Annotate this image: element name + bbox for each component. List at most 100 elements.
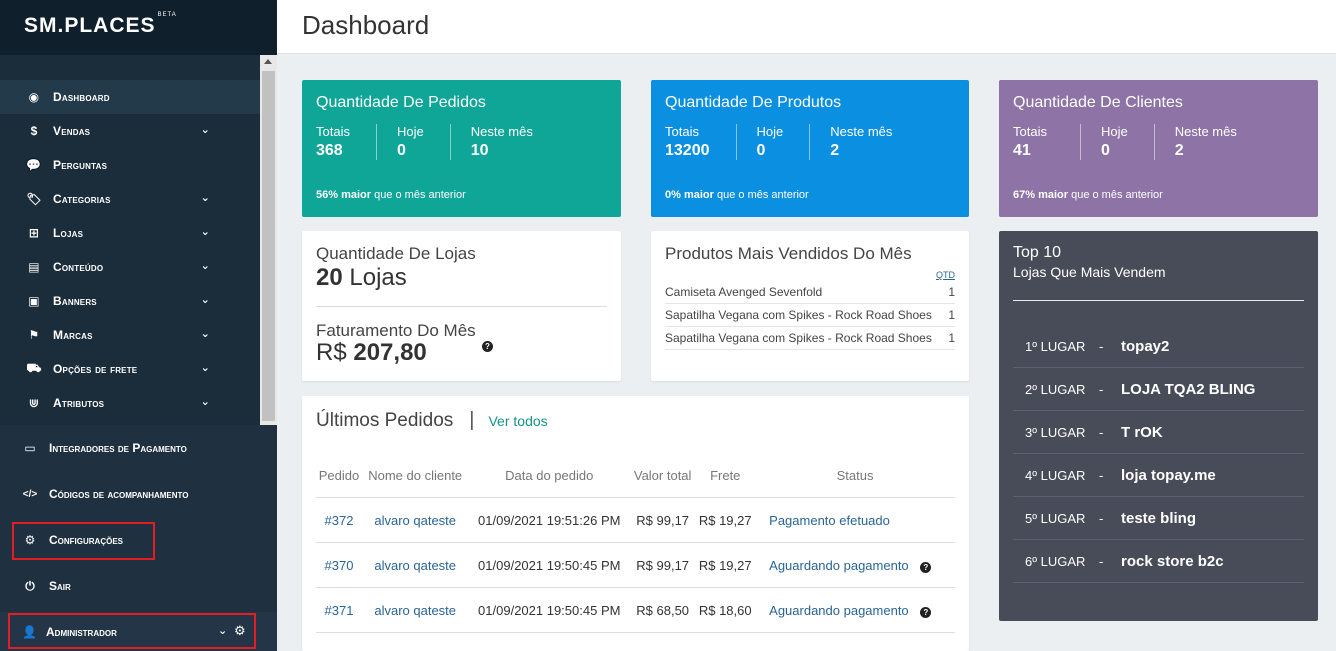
chevron-down-icon[interactable]: ⌄ [201, 225, 210, 238]
comparison-note: 67% maior que o mês anterior [1013, 189, 1163, 201]
order-date: 01/09/2021 19:50:45 PM [468, 542, 630, 588]
tags-icon: 🏷 [26, 192, 42, 206]
rank-separator: - [1099, 510, 1104, 526]
sidebar-item-dashboard[interactable]: ◉ Dashboard [0, 80, 260, 114]
chevron-down-icon[interactable]: ⌄ [201, 191, 210, 204]
card-top10: Top 10 Lojas Que Mais Vendem 1º LUGAR - to… [999, 231, 1318, 621]
rank-position: 3º LUGAR [1025, 424, 1086, 440]
order-status[interactable]: Aguardando pagamento [769, 603, 909, 618]
sidebar-item-label: Marcas [53, 328, 93, 342]
sidebar-item-sair[interactable]: ⏻ Sair [0, 563, 277, 609]
image-icon: ▣ [28, 294, 40, 308]
brand-logo[interactable]: SM.PLACES BETA [0, 0, 277, 55]
table-row[interactable]: #372 alvaro qateste 01/09/2021 19:51:26 PM… [316, 497, 955, 543]
product-qtd: 1 [947, 326, 955, 350]
product-qtd: 1 [947, 303, 955, 327]
sidebar-item-label: Códigos de acompanhamento [49, 487, 189, 501]
order-id-link[interactable]: #372 [325, 513, 354, 528]
card-clientes: Quantidade De Clientes Totais 41 Hoje 0 Ne… [999, 80, 1318, 217]
customer-link[interactable]: alvaro qateste [374, 513, 456, 528]
totais-value: 13200 [665, 142, 710, 159]
chevron-down-icon[interactable]: ⌄ [201, 123, 210, 136]
table-row[interactable]: #371 alvaro qateste 01/09/2021 19:50:45 PM… [316, 587, 955, 633]
help-icon[interactable]: ? [920, 561, 932, 573]
totais-value: 41 [1013, 142, 1031, 159]
orders-table: Pedido Nome do cliente Data do pedido Valor… [316, 468, 955, 633]
ranking-row: 1º LUGAR - topay2 [1013, 325, 1304, 368]
help-icon[interactable]: ? [482, 341, 493, 352]
code-icon: </> [22, 488, 38, 500]
truck-icon: ⛟ [26, 361, 42, 375]
order-id-link[interactable]: #371 [325, 603, 354, 618]
store-name: LOJA TQA2 BLING [1121, 380, 1256, 398]
rank-position: 1º LUGAR [1025, 338, 1086, 354]
sidebar-item-label: Sair [49, 579, 71, 593]
sidebar-lower: ▭ Integradores de Pagamento </> Códigos … [0, 425, 277, 651]
chat-icon: 💬 [26, 158, 42, 172]
chevron-down-icon[interactable]: ⌄ [201, 259, 210, 272]
chevron-down-icon[interactable]: ⌄ [201, 293, 210, 306]
magnet-icon: ⋓ [28, 396, 40, 410]
help-icon[interactable]: ? [920, 606, 932, 618]
sidebar-item-lojas[interactable]: ⊞ Lojas ⌄ [0, 216, 260, 250]
sidebar-item-label: Perguntas [53, 158, 108, 172]
sidebar-item-perguntas[interactable]: 💬 Perguntas [0, 148, 260, 182]
rank-position: 2º LUGAR [1025, 381, 1086, 397]
comparison-note: 56% maior que o mês anterior [316, 189, 466, 201]
faturamento-value: R$ 207,80 [316, 339, 427, 366]
sidebar-item-opções[interactable]: ⛟ Opções de frete ⌄ [0, 352, 260, 386]
scroll-up-icon[interactable] [264, 59, 272, 64]
power-icon: ⏻ [25, 578, 35, 593]
chevron-down-icon[interactable]: ⌄ [201, 327, 210, 340]
rank-position: 4º LUGAR [1025, 467, 1086, 483]
rank-separator: - [1099, 553, 1104, 569]
card-title: Quantidade De Clientes [1013, 94, 1183, 111]
ranking-row: 4º LUGAR - loja topay.me [1013, 454, 1304, 497]
totais-label: Totais [1013, 124, 1047, 139]
rank-separator: - [1099, 338, 1104, 354]
sidebar-item-conteúdo[interactable]: ▤ Conteúdo ⌄ [0, 250, 260, 284]
sidebar: SM.PLACES BETA ◉ Dashboard $ Vendas ⌄ 💬 Pergunt… [0, 0, 277, 651]
product-name: Camiseta Avenged Sevenfold [665, 281, 948, 304]
chevron-down-icon[interactable]: ⌄ [201, 361, 210, 374]
mes-value: 10 [470, 142, 489, 159]
order-id-link[interactable]: #370 [325, 558, 354, 573]
card-produtos: Quantidade De Produtos Totais 13200 Hoje 0… [651, 80, 969, 217]
order-status[interactable]: Aguardando pagamento [769, 558, 909, 573]
order-status[interactable]: Pagamento efetuado [769, 513, 890, 528]
sidebar-scrollbar[interactable] [260, 55, 277, 425]
table-row[interactable]: #370 alvaro qateste 01/09/2021 19:50:45 PM… [316, 542, 955, 588]
customer-link[interactable]: alvaro qateste [374, 603, 456, 618]
ranking-row: 2º LUGAR - LOJA TQA2 BLING [1013, 368, 1304, 411]
ver-todos-link[interactable]: Ver todos [488, 413, 547, 429]
sidebar-item-atributos[interactable]: ⋓ Atributos ⌄ [0, 386, 260, 420]
sidebar-item-label: Conteúdo [53, 260, 104, 274]
order-freight: R$ 19,27 [695, 542, 756, 588]
top-header: Dashboard [277, 0, 1336, 54]
qtd-header[interactable]: QTD [665, 270, 955, 280]
sidebar-item-categorias[interactable]: 🏷 Categorias ⌄ [0, 182, 260, 216]
sidebar-item-vendas[interactable]: $ Vendas ⌄ [0, 114, 260, 148]
rank-separator: - [1099, 467, 1104, 483]
chevron-down-icon[interactable]: ⌄ [201, 395, 210, 408]
rank-position: 5º LUGAR [1025, 510, 1086, 526]
sidebar-item-label: Integradores de Pagamento [49, 441, 187, 455]
rank-position: 6º LUGAR [1025, 553, 1086, 569]
sidebar-item-marcas[interactable]: ⚑ Marcas ⌄ [0, 318, 260, 352]
totais-label: Totais [316, 124, 350, 139]
hoje-value: 0 [396, 142, 406, 159]
hoje-value: 0 [756, 142, 766, 159]
sidebar-item-banners[interactable]: ▣ Banners ⌄ [0, 284, 260, 318]
sidebar-item-integradores[interactable]: ▭ Integradores de Pagamento [0, 425, 277, 471]
top10-title: Top 10 [1013, 244, 1062, 261]
top10-list: 1º LUGAR - topay2 2º LUGAR - LOJA TQA2 BLING 3… [1013, 325, 1304, 583]
customer-link[interactable]: alvaro qateste [374, 558, 456, 573]
sidebar-item-label: Dashboard [53, 90, 110, 104]
sidebar-item-label: Opções de frete [53, 362, 138, 376]
column-header: Pedido [316, 468, 362, 498]
lojas-title: Quantidade De Lojas [316, 244, 476, 263]
card-ultimos-pedidos: Últimos Pedidos | Ver todos Pedido Nome d… [302, 396, 969, 651]
sidebar-item-codigos[interactable]: </> Códigos de acompanhamento [0, 471, 277, 517]
scrollbar-thumb[interactable] [262, 71, 275, 421]
card-pedidos: Quantidade De Pedidos Totais 368 Hoje 0 Ne… [302, 80, 621, 217]
